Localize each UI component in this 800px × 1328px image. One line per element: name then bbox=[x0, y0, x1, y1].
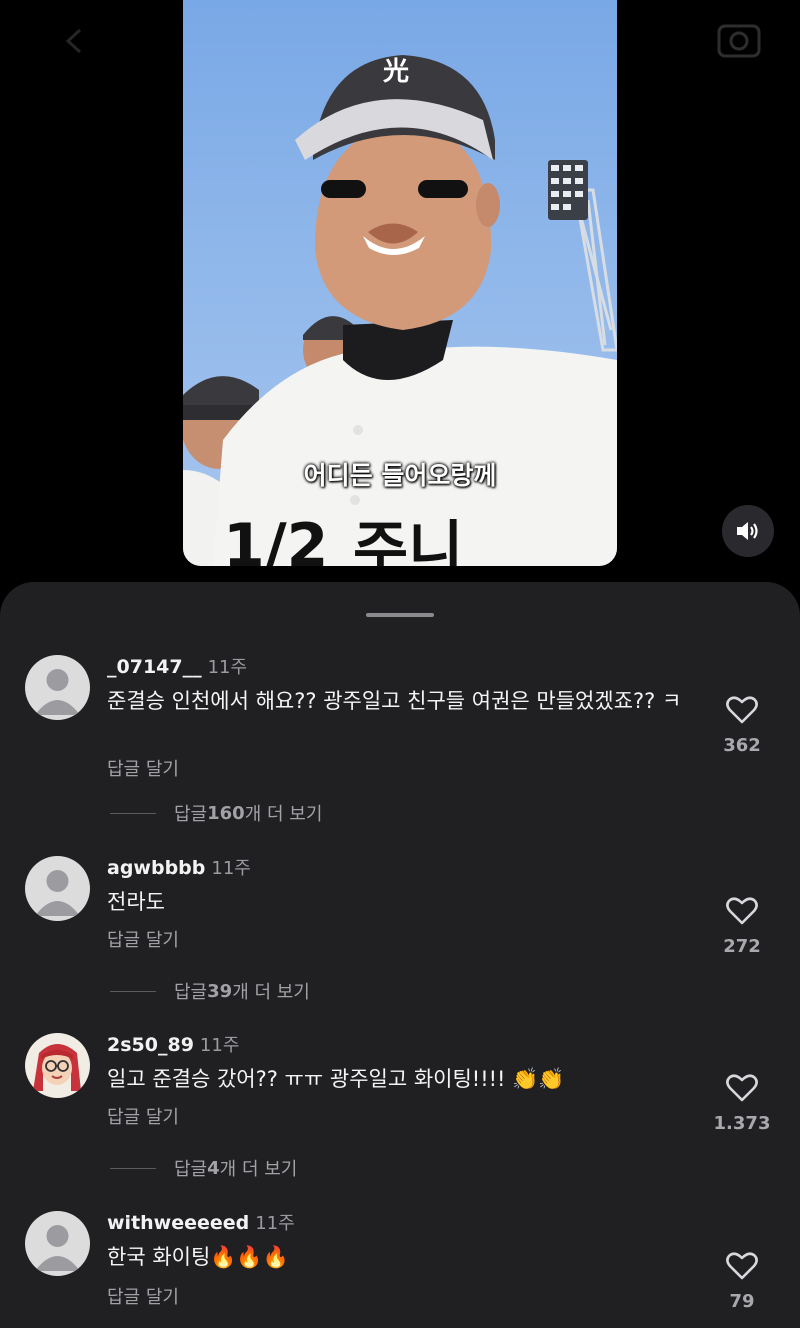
video-player[interactable]: 1/2 주니 光 어디든 들어오랑께 bbox=[183, 0, 617, 566]
more-replies-suffix: 개 더 보기 bbox=[244, 804, 323, 825]
default-avatar-icon bbox=[35, 1225, 80, 1271]
default-avatar-icon bbox=[35, 870, 80, 916]
comment-meta: 2s50_89 11주 bbox=[107, 1031, 239, 1057]
svg-text:주니: 주니 bbox=[353, 515, 463, 566]
back-icon[interactable] bbox=[60, 26, 94, 56]
default-avatar-icon bbox=[35, 669, 80, 715]
more-replies-prefix: 답글 bbox=[174, 804, 208, 825]
camera-icon[interactable] bbox=[716, 20, 762, 60]
like-count: 362 bbox=[723, 735, 761, 756]
comment-username[interactable]: withweeeeed bbox=[107, 1212, 249, 1234]
avatar[interactable] bbox=[25, 856, 90, 921]
reply-button[interactable]: 답글 달기 bbox=[107, 1283, 179, 1309]
comment-username[interactable]: agwbbbb bbox=[107, 857, 205, 879]
comment-meta: agwbbbb 11주 bbox=[107, 854, 251, 880]
comment-time: 11주 bbox=[211, 858, 251, 879]
video-subtitle: 어디든 들어오랑께 bbox=[303, 461, 497, 490]
cartoon-avatar-icon bbox=[33, 1044, 81, 1091]
heart-outline-icon bbox=[726, 897, 758, 925]
more-replies-prefix: 답글 bbox=[174, 982, 208, 1003]
divider bbox=[110, 990, 156, 992]
more-replies-count: 4 bbox=[207, 1157, 220, 1179]
heart-outline-icon bbox=[726, 1252, 758, 1280]
speaker-icon bbox=[737, 522, 758, 540]
reply-button[interactable]: 답글 달기 bbox=[107, 755, 179, 781]
comment-text: 일고 준결승 갔어?? ㅠㅠ 광주일고 화이팅!!!! 👏👏 bbox=[107, 1067, 565, 1091]
like-button[interactable]: 79 bbox=[716, 1251, 768, 1312]
like-count: 79 bbox=[729, 1291, 755, 1312]
divider bbox=[110, 812, 156, 814]
reply-button[interactable]: 답글 달기 bbox=[107, 926, 179, 952]
comments-sheet: _07147__ 11주 준결승 인천에서 해요?? 광주일고 친구들 여권은 만… bbox=[0, 582, 800, 1328]
like-button[interactable]: 272 bbox=[716, 896, 768, 957]
comment-username[interactable]: _07147__ bbox=[107, 656, 202, 678]
more-replies-count: 160 bbox=[207, 802, 245, 824]
comment-time: 11주 bbox=[207, 657, 248, 678]
comment-meta: withweeeeed 11주 bbox=[107, 1209, 295, 1235]
sheet-drag-handle[interactable] bbox=[366, 613, 434, 617]
heart-outline-icon bbox=[726, 1074, 758, 1102]
sound-toggle-button[interactable] bbox=[722, 505, 774, 557]
comment-text: 준결승 인천에서 해요?? 광주일고 친구들 여권은 만들었겠죠?? ㅋ bbox=[107, 689, 682, 713]
more-replies-suffix: 개 더 보기 bbox=[232, 982, 310, 1003]
like-button[interactable]: 1.373 bbox=[706, 1073, 778, 1134]
comment-time: 11주 bbox=[199, 1035, 240, 1056]
heart-outline-icon bbox=[726, 696, 758, 724]
reply-button[interactable]: 답글 달기 bbox=[107, 1103, 179, 1129]
like-count: 1.373 bbox=[713, 1113, 771, 1134]
like-button[interactable]: 362 bbox=[716, 695, 768, 756]
comment-text: 전라도 bbox=[107, 890, 165, 914]
svg-text:1/2: 1/2 bbox=[223, 511, 328, 566]
avatar[interactable] bbox=[25, 1033, 90, 1098]
more-replies-count: 39 bbox=[207, 980, 233, 1002]
more-replies-prefix: 답글 bbox=[174, 1159, 208, 1180]
more-replies-suffix: 개 더 보기 bbox=[219, 1159, 298, 1180]
comment-meta: _07147__ 11주 bbox=[107, 653, 247, 679]
view-more-replies[interactable]: 답글 4개 더 보기 bbox=[110, 1155, 297, 1181]
view-more-replies[interactable]: 답글 160 개 더 보기 bbox=[110, 800, 322, 826]
avatar[interactable] bbox=[25, 655, 90, 720]
view-more-replies[interactable]: 답글 39 개 더 보기 bbox=[110, 978, 310, 1004]
avatar[interactable] bbox=[25, 1211, 90, 1276]
comment-text: 한국 화이팅🔥🔥🔥 bbox=[107, 1245, 289, 1269]
comment-username[interactable]: 2s50_89 bbox=[107, 1034, 194, 1056]
divider bbox=[110, 1167, 156, 1169]
comment-time: 11주 bbox=[255, 1213, 295, 1234]
svg-text:光: 光 bbox=[382, 57, 409, 87]
like-count: 272 bbox=[723, 936, 761, 957]
